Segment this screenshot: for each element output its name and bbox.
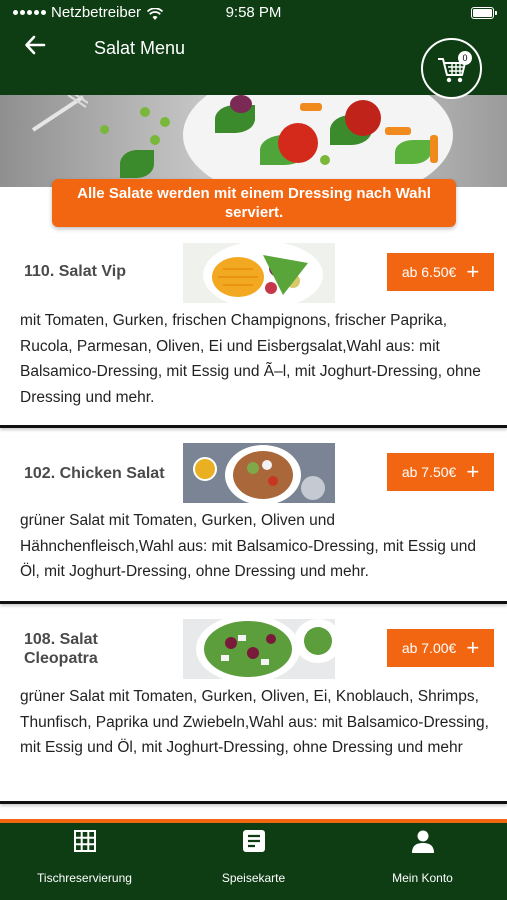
battery-icon — [471, 7, 497, 19]
item-description: grüner Salat mit Tomaten, Gurken, Oliven… — [20, 688, 489, 756]
item-image — [183, 243, 335, 303]
back-arrow-icon[interactable] — [24, 34, 56, 64]
tab-mein-konto[interactable]: Mein Konto — [338, 823, 507, 900]
add-to-cart-button[interactable]: ab 7.00€ + — [387, 629, 494, 667]
clock: 9:58 PM — [225, 4, 282, 21]
item-name: 110. Salat Vip — [24, 263, 126, 280]
plus-icon: + — [466, 259, 480, 284]
add-to-cart-button[interactable]: ab 7.50€ + — [387, 453, 494, 491]
cart-count-badge: 0 — [458, 51, 472, 65]
page-title: Salat Menu — [94, 38, 186, 58]
grid-icon — [73, 830, 96, 852]
bottom-tab-bar: Tischreservierung Speisekarte Mein Konto — [0, 823, 507, 900]
person-icon — [411, 830, 434, 853]
salad-banner-image — [0, 95, 507, 187]
dressing-notice-banner: Alle Salate werden mit einem Dressing na… — [52, 179, 456, 227]
price-label: ab 6.50€ — [401, 264, 457, 280]
item-name: 108. Salat Cleopatra — [24, 631, 98, 667]
price-label: ab 7.00€ — [401, 640, 457, 656]
item-image — [183, 443, 335, 503]
item-description: grüner Salat mit Tomaten, Gurken, Oliven… — [20, 512, 476, 580]
tab-label: Tischreservierung — [37, 871, 132, 885]
plus-icon: + — [466, 635, 480, 660]
price-label: ab 7.50€ — [401, 464, 457, 480]
item-name: 102. Chicken Salat — [24, 465, 165, 482]
status-bar: Netzbetreiber 9:58 PM — [0, 4, 507, 22]
list-item[interactable]: 102. Chicken Salat ab 7.50€ + grüner Sala… — [0, 438, 507, 604]
list-item[interactable]: 110. Salat Vip ab 6.50€ + mit Tomaten, Gu… — [0, 238, 507, 428]
tab-label: Mein Konto — [392, 871, 453, 885]
plus-icon: + — [466, 459, 480, 484]
tab-tischreservierung[interactable]: Tischreservierung — [0, 823, 169, 900]
add-to-cart-button[interactable]: ab 6.50€ + — [387, 253, 494, 291]
tab-label: Speisekarte — [221, 871, 286, 885]
list-item[interactable]: 108. Salat Cleopatra ab 7.00€ + grüner Sa… — [0, 614, 507, 804]
item-image — [183, 619, 335, 679]
menu-document-icon — [242, 830, 265, 852]
cart-button[interactable]: 0 — [421, 38, 482, 99]
tab-speisekarte[interactable]: Speisekarte — [169, 823, 338, 900]
item-description: mit Tomaten, Gurken, frischen Champignon… — [20, 312, 481, 406]
